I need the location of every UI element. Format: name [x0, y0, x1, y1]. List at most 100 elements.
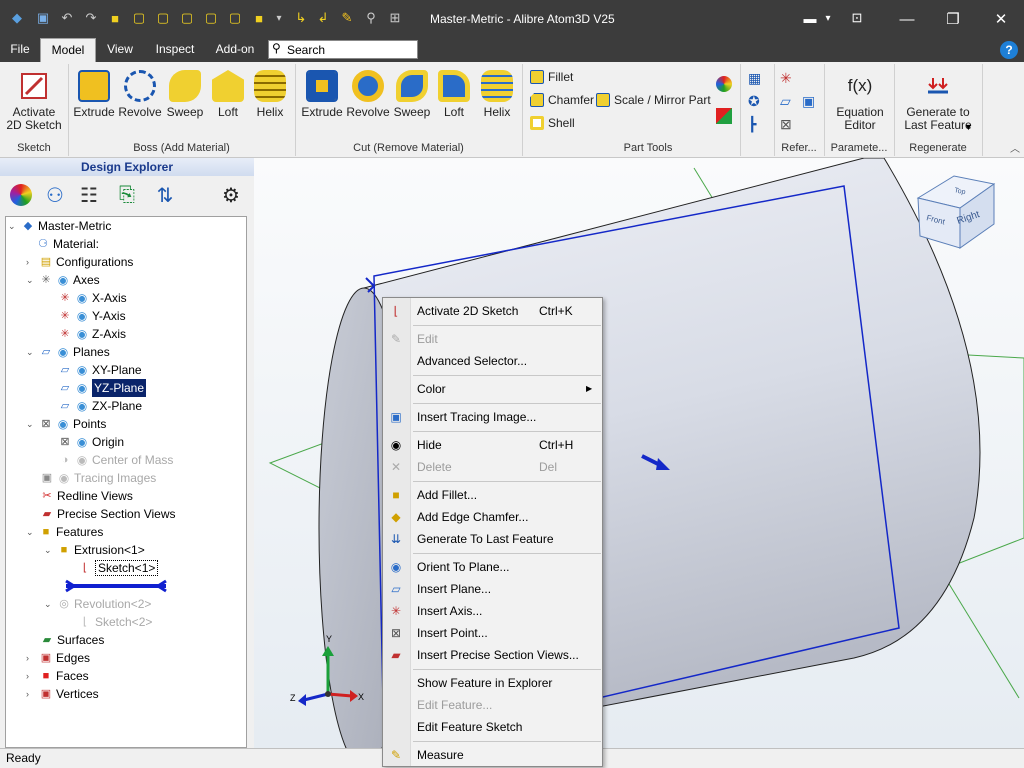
tree-node-faces[interactable]: › ■ Faces: [26, 667, 89, 685]
view-cube[interactable]: Top Front Right: [916, 175, 996, 249]
boss-sweep-button[interactable]: Sweep: [163, 68, 207, 119]
qa-dropdown-icon[interactable]: ▾: [270, 9, 288, 27]
menu-item-color[interactable]: Color ▶: [383, 378, 602, 400]
menu-item-add-edge-chamfer[interactable]: ◆ Add Edge Chamfer...: [383, 506, 602, 528]
insert-plane-icon[interactable]: ▱: [780, 93, 791, 110]
boss-helix-button[interactable]: Helix: [248, 68, 292, 119]
tab-model[interactable]: Model: [40, 38, 96, 62]
rollforward-icon[interactable]: ↲: [314, 9, 332, 27]
tree-node-root[interactable]: ⌄ ◆ Master-Metric: [8, 217, 111, 235]
tree-node-surfaces[interactable]: ▰ Surfaces: [40, 631, 105, 649]
shaded-icon[interactable]: ▢: [178, 9, 196, 27]
menu-item-orient-to-plane[interactable]: ◉ Orient To Plane...: [383, 556, 602, 578]
restore-panels-icon[interactable]: ⊡: [848, 9, 866, 27]
tree-node-vertices[interactable]: › ▣ Vertices: [26, 685, 99, 703]
cut-revolve-button[interactable]: Revolve: [346, 68, 390, 119]
rollback-marker[interactable]: [64, 577, 168, 595]
menu-item-insert-point[interactable]: ⊠ Insert Point...: [383, 622, 602, 644]
tree-node-planes[interactable]: ⌄ ▱ ◉ Planes: [26, 343, 110, 361]
shaded-edges-icon[interactable]: ▢: [202, 9, 220, 27]
tree-node-x-axis[interactable]: ✳ ◉ X-Axis: [58, 289, 126, 307]
layout-selector-icon[interactable]: ▬: [800, 9, 820, 27]
save-icon[interactable]: ▣: [34, 9, 52, 27]
insert-axis-icon[interactable]: ✳: [780, 70, 792, 87]
settings-gear-icon[interactable]: ⚙: [218, 182, 244, 208]
tree-node-extrusion-1[interactable]: ⌄ ■ Extrusion<1>: [44, 541, 145, 559]
tree-node-precise-section-views[interactable]: ▰ Precise Section Views: [40, 505, 176, 523]
menu-item-measure[interactable]: ✎ Measure: [383, 744, 602, 766]
rollback-bar-icon[interactable]: ⇅: [152, 182, 178, 208]
tree-node-sketch-2[interactable]: ⌊ Sketch<2>: [78, 613, 153, 631]
tree-node-features[interactable]: ⌄ ■ Features: [26, 523, 103, 541]
tree-node-revolution-2[interactable]: ⌄ ◎ Revolution<2>: [44, 595, 151, 613]
tree-icon[interactable]: ┣: [748, 116, 756, 133]
redo-icon[interactable]: ↷: [82, 9, 100, 27]
tree-node-center-of-mass[interactable]: ◑ ◉ Center of Mass: [58, 451, 174, 469]
cut-extrude-button[interactable]: Extrude: [300, 68, 344, 119]
help-button[interactable]: ?: [1000, 41, 1018, 59]
collapse-ribbon-icon[interactable]: ︿: [1010, 140, 1020, 155]
tree-node-axes[interactable]: ⌄ ✳ ◉ Axes: [26, 271, 100, 289]
tree-node-edges[interactable]: › ▣ Edges: [26, 649, 90, 667]
material-icon[interactable]: [716, 108, 732, 124]
menu-item-edit-feature[interactable]: Edit Feature...: [383, 694, 602, 716]
tree-node-tracing-images[interactable]: ▣ ◉ Tracing Images: [40, 469, 156, 487]
tree-node-points[interactable]: ⌄ ⊠ ◉ Points: [26, 415, 106, 433]
menu-item-insert-tracing-image[interactable]: ▣ Insert Tracing Image...: [383, 406, 602, 428]
3d-viewport[interactable]: Y X Z Top Front Right: [254, 158, 1024, 748]
boss-loft-button[interactable]: Loft: [206, 68, 250, 119]
tree-node-origin[interactable]: ⊠ ◉ Origin: [58, 433, 124, 451]
tree-node-material[interactable]: ⚆ Material:: [36, 235, 99, 253]
menu-item-edit[interactable]: ✎ Edit: [383, 328, 602, 350]
cut-sweep-button[interactable]: Sweep: [390, 68, 434, 119]
close-button[interactable]: ✕: [978, 0, 1024, 38]
fillet-button[interactable]: Fillet: [530, 70, 573, 84]
menu-item-edit-feature-sketch[interactable]: Edit Feature Sketch: [383, 716, 602, 738]
activate-2d-sketch-button[interactable]: Activate 2D Sketch: [4, 68, 64, 132]
boss-extrude-button[interactable]: Extrude: [72, 68, 116, 119]
minimize-button[interactable]: —: [884, 0, 930, 38]
menu-item-insert-plane[interactable]: ▱ Insert Plane...: [383, 578, 602, 600]
chamfer-button[interactable]: Chamfer: [530, 93, 594, 107]
wireframe-view-icon[interactable]: ▢: [130, 9, 148, 27]
rollback-icon[interactable]: ↳: [292, 9, 310, 27]
hidden-lines-icon[interactable]: ▢: [154, 9, 172, 27]
pattern-icon[interactable]: ▦: [748, 70, 761, 87]
shell-button[interactable]: Shell: [530, 116, 575, 130]
menu-item-generate-to-last-feature[interactable]: ⇊ Generate To Last Feature: [383, 528, 602, 550]
boss-revolve-button[interactable]: Revolve: [118, 68, 162, 119]
menu-item-hide[interactable]: ◉ Hide Ctrl+H: [383, 434, 602, 456]
color-wheel-icon[interactable]: [8, 182, 34, 208]
export-icon[interactable]: ⎘: [114, 182, 140, 208]
zoom-window-icon[interactable]: ⊞: [386, 9, 404, 27]
tree-node-redline-views[interactable]: ✂ Redline Views: [40, 487, 132, 505]
menu-item-activate-2d-sketch[interactable]: ⌊ Activate 2D Sketch Ctrl+K: [383, 300, 602, 322]
menu-item-show-feature-in-explorer[interactable]: Show Feature in Explorer: [383, 672, 602, 694]
tree-node-zx-plane[interactable]: ▱ ◉ ZX-Plane: [58, 397, 142, 415]
menu-item-insert-precise-section-views[interactable]: ▰ Insert Precise Section Views...: [383, 644, 602, 666]
tab-addon[interactable]: Add-on: [208, 38, 262, 62]
cut-loft-button[interactable]: Loft: [432, 68, 476, 119]
menu-item-insert-axis[interactable]: ✳ Insert Axis...: [383, 600, 602, 622]
tree-node-xy-plane[interactable]: ▱ ◉ XY-Plane: [58, 361, 142, 379]
tree-node-sketch-1[interactable]: ⌊ Sketch<1>: [78, 559, 159, 577]
display-mode-icon[interactable]: ▢: [226, 9, 244, 27]
design-tree-icon[interactable]: ⚇: [42, 182, 68, 208]
scale-mirror-button[interactable]: Scale / Mirror Part: [596, 93, 711, 107]
maximize-button[interactable]: ❐: [930, 0, 976, 38]
cube-view-icon[interactable]: ■: [106, 9, 124, 27]
generate-dropdown-icon[interactable]: ▼: [964, 122, 973, 132]
menu-item-delete[interactable]: ✕ Delete Del: [383, 456, 602, 478]
properties-icon[interactable]: ☷: [76, 182, 102, 208]
tree-node-configurations[interactable]: › ▤ Configurations: [26, 253, 133, 271]
tab-view[interactable]: View: [100, 38, 140, 62]
tree-node-yz-plane[interactable]: ▱ ◉ YZ-Plane: [58, 379, 147, 397]
search-input[interactable]: ⚲ Search: [268, 40, 418, 59]
measure-icon[interactable]: ✎: [338, 9, 356, 27]
zoom-icon[interactable]: ⚲: [362, 9, 380, 27]
equation-editor-button[interactable]: f(x) Equation Editor: [830, 68, 890, 132]
tab-file[interactable]: File: [4, 38, 36, 62]
tab-inspect[interactable]: Inspect: [148, 38, 202, 62]
menu-item-advanced-selector[interactable]: Advanced Selector...: [383, 350, 602, 372]
tree-node-y-axis[interactable]: ✳ ◉ Y-Axis: [58, 307, 125, 325]
